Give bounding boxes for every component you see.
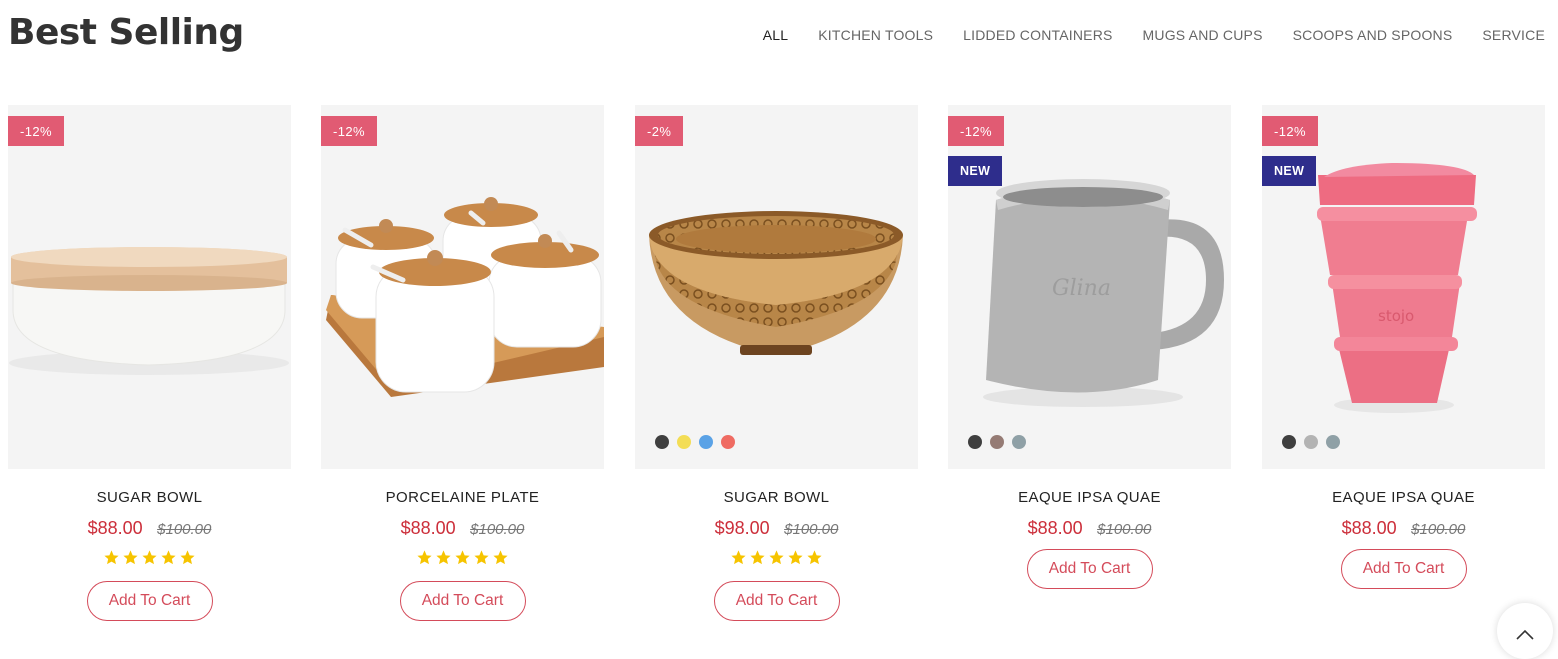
star-icon [417,550,432,565]
star-icon [123,550,138,565]
tab-all[interactable]: ALL [763,27,789,43]
new-badge: NEW [1262,156,1317,186]
tab-kitchen-tools[interactable]: KITCHEN TOOLS [818,27,933,43]
add-to-cart-button[interactable]: Add To Cart [1026,549,1153,589]
star-icon [142,550,157,565]
product-image[interactable]: -2% [635,105,918,469]
color-swatches [655,435,735,449]
product-name[interactable]: EAQUE IPSA QUAE [948,489,1231,506]
product-name[interactable]: SUGAR BOWL [635,489,918,506]
add-to-cart-button[interactable]: Add To Cart [399,581,526,621]
color-swatch[interactable] [990,435,1004,449]
sale-price: $88.00 [1341,518,1397,538]
svg-text:Glina: Glina [1052,276,1111,301]
product-image[interactable]: stojo -12% NEW [1262,105,1545,469]
tab-mugs-and-cups[interactable]: MUGS AND CUPS [1143,27,1263,43]
product-image[interactable]: -12% [321,105,604,469]
discount-badge: -12% [321,116,377,146]
star-icon [436,550,451,565]
color-swatch[interactable] [968,435,982,449]
product-image[interactable]: -12% [8,105,291,469]
product-image[interactable]: Glina -12% NEW [948,105,1231,469]
rating-stars [635,549,918,571]
add-to-cart-button[interactable]: Add To Cart [86,581,213,621]
add-to-cart-button[interactable]: Add To Cart [1340,549,1467,589]
product-card[interactable]: stojo -12% NEW EAQUE IPSA QUAE $88.00 $1… [1262,105,1545,589]
tab-lidded-containers[interactable]: LIDDED CONTAINERS [963,27,1112,43]
star-icon [493,550,508,565]
star-icon [104,550,119,565]
star-icon [769,550,784,565]
star-icon [180,550,195,565]
product-card[interactable]: -12% PORCELAINE PLATE $88.00 $100.00 Add… [321,105,604,621]
star-icon [788,550,803,565]
jar-set-illustration [326,197,604,397]
original-price: $100.00 [157,521,212,538]
star-icon [731,550,746,565]
color-swatches [968,435,1026,449]
product-prices: $88.00 $100.00 [948,518,1231,539]
star-icon [455,550,470,565]
original-price: $100.00 [1411,521,1466,538]
svg-text:stojo: stojo [1378,307,1414,325]
product-name[interactable]: PORCELAINE PLATE [321,489,604,506]
star-icon [161,550,176,565]
color-swatch[interactable] [1326,435,1340,449]
product-prices: $88.00 $100.00 [1262,518,1545,539]
sale-price: $88.00 [1027,518,1083,538]
star-icon [750,550,765,565]
color-swatches [1282,435,1340,449]
discount-badge: -12% [948,116,1004,146]
product-name[interactable]: EAQUE IPSA QUAE [1262,489,1545,506]
original-price: $100.00 [470,521,525,538]
tab-service[interactable]: SERVICE [1482,27,1545,43]
tab-scoops-and-spoons[interactable]: SCOOPS AND SPOONS [1293,27,1453,43]
color-swatch[interactable] [699,435,713,449]
product-prices: $88.00 $100.00 [321,518,604,539]
product-card[interactable]: -12% SUGAR BOWL $88.00 $100.00 Add To Ca… [8,105,291,621]
color-swatch[interactable] [1012,435,1026,449]
product-prices: $98.00 $100.00 [635,518,918,539]
product-name[interactable]: SUGAR BOWL [8,489,291,506]
original-price: $100.00 [784,521,839,538]
sale-price: $88.00 [87,518,143,538]
section-title: Best Selling [8,12,244,53]
sale-price: $88.00 [400,518,456,538]
discount-badge: -12% [8,116,64,146]
sale-price: $98.00 [714,518,770,538]
star-icon [807,550,822,565]
new-badge: NEW [948,156,1003,186]
color-swatch[interactable] [655,435,669,449]
color-swatch[interactable] [1304,435,1318,449]
star-icon [474,550,489,565]
white-bowl-illustration [9,247,289,375]
category-tabs: ALL KITCHEN TOOLS LIDDED CONTAINERS MUGS… [763,27,1545,43]
add-to-cart-button[interactable]: Add To Cart [713,581,840,621]
rating-stars [8,549,291,571]
product-card[interactable]: Glina -12% NEW EAQUE IPSA QUAE $88.00 $1… [948,105,1231,589]
product-card[interactable]: -2% SUGAR BOWL $98.00 $100.00 Add To Car… [635,105,918,621]
color-swatch[interactable] [1282,435,1296,449]
discount-badge: -2% [635,116,684,146]
discount-badge: -12% [1262,116,1318,146]
scroll-to-top-button[interactable] [1497,603,1553,659]
chevron-up-icon [1516,629,1534,640]
wooden-bowl-illustration [649,211,903,355]
rating-stars [321,549,604,571]
original-price: $100.00 [1097,521,1152,538]
color-swatch[interactable] [677,435,691,449]
color-swatch[interactable] [721,435,735,449]
product-prices: $88.00 $100.00 [8,518,291,539]
